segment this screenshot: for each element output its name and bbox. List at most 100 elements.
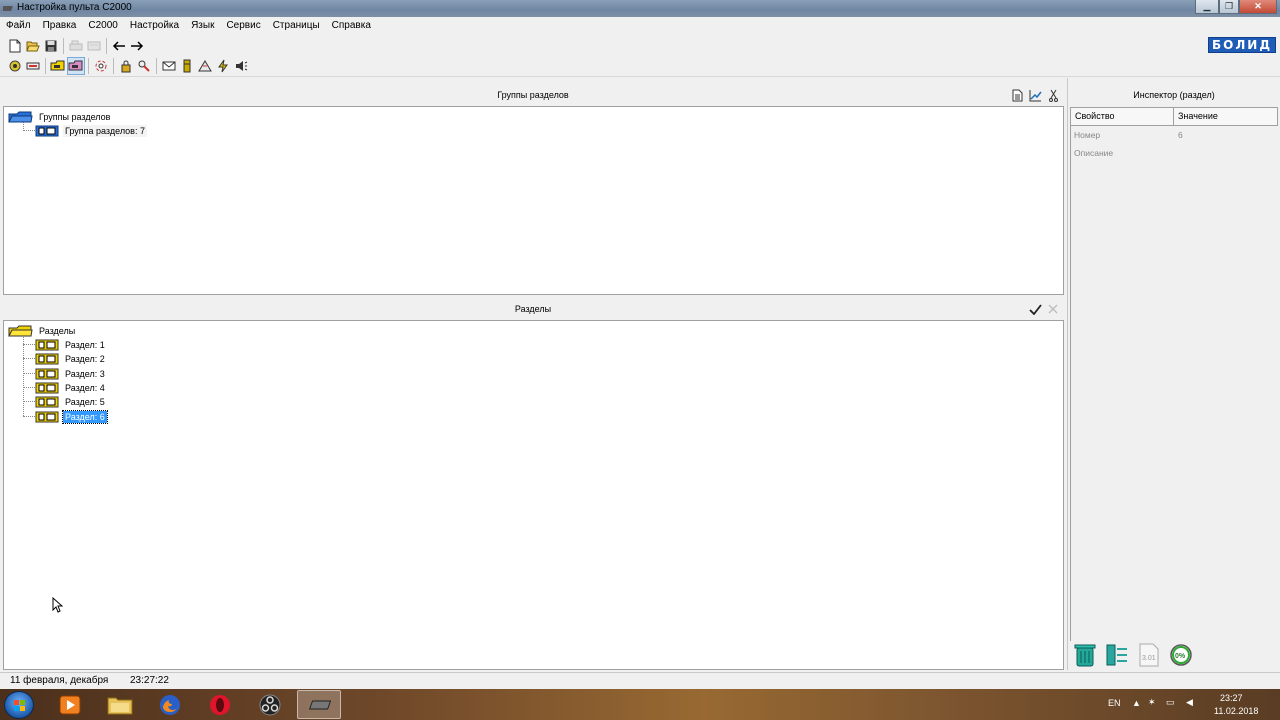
groups-root-node[interactable]: Группы разделов [7,110,112,123]
panel-disabled-icon [87,41,101,51]
section-groups-page-button[interactable] [67,57,85,75]
lightning-page-button[interactable] [214,57,232,75]
menu-file[interactable]: Файл [0,17,37,34]
add-group-button[interactable] [1010,88,1024,102]
groups-panel-title: Группы разделов [497,90,569,100]
new-file-button[interactable] [6,37,24,55]
tray-app-icon[interactable]: ✶ [1148,697,1156,708]
toolbar-separator [156,58,157,74]
start-button[interactable] [4,691,34,719]
volume-icon[interactable]: ◀ [1186,697,1193,708]
tree-connector [23,416,35,417]
relays-page-button[interactable] [92,57,110,75]
splitter[interactable] [1067,78,1068,670]
taskbar-opera[interactable] [198,690,242,719]
network-icon[interactable]: ▭ [1166,697,1175,708]
forward-button[interactable] [128,37,146,55]
value-column-header[interactable]: Значение [1174,107,1278,126]
inspector-title: Инспектор (раздел) [1133,90,1215,100]
lightning-icon [218,59,228,73]
zones-page-button[interactable] [24,57,42,75]
battery-page-button[interactable] [178,57,196,75]
menu-edit[interactable]: Правка [37,17,83,34]
taskbar-explorer[interactable] [98,690,142,719]
sections-panel-title: Разделы [514,304,552,314]
taskbar-c2000-config[interactable] [297,690,341,719]
toolbar-separator [106,38,107,54]
menu-bar: Файл Правка С2000 Настройка Язык Сервис … [0,17,1280,34]
devices-page-button[interactable] [6,57,24,75]
taskbar-obs[interactable] [248,690,292,719]
section-node[interactable]: Раздел: 5 [35,395,107,408]
refresh-cycle-icon [95,60,107,72]
delete-group-button[interactable] [1046,88,1060,102]
language-indicator[interactable]: EN [1108,698,1121,708]
version-document-icon: 3.01 [1139,643,1159,667]
menu-service[interactable]: Сервис [220,17,266,34]
version-button[interactable]: 3.01 [1136,642,1162,668]
device-list-icon [1106,644,1127,666]
version-label: 3.01 [1142,655,1156,662]
clock-time[interactable]: 23:27 [1220,693,1243,703]
open-file-button[interactable] [24,37,42,55]
close-button[interactable]: ✕ [1239,0,1277,14]
section-node-selected[interactable]: Раздел: 6 [35,409,108,424]
access-page-button[interactable] [117,57,135,75]
tray-expand-icon[interactable]: ▲ [1132,698,1141,708]
menu-c2000[interactable]: С2000 [82,17,123,34]
section-label: Раздел: 6 [62,409,108,424]
maximize-button[interactable]: ❐ [1219,0,1239,14]
progress-button[interactable]: 0% [1168,642,1194,668]
users-page-button[interactable] [135,57,153,75]
messages-page-button[interactable] [160,57,178,75]
section-icon [35,382,59,393]
taskbar-firefox[interactable] [148,690,192,719]
menu-language[interactable]: Язык [185,17,220,34]
speaker-page-button[interactable] [232,57,250,75]
section-node[interactable]: Раздел: 3 [35,367,107,380]
section-node[interactable]: Раздел: 1 [35,338,107,351]
groups-panel-actions [1010,88,1060,102]
folder-pink-icon [68,60,83,71]
mouse-cursor-icon [52,597,63,613]
menu-pages[interactable]: Страницы [267,17,326,34]
apply-sections-button[interactable] [1028,302,1042,316]
inspector-row[interactable]: Номер 6 [1070,126,1278,144]
new-file-icon [9,39,21,53]
menu-settings[interactable]: Настройка [124,17,185,34]
sections-root-label: Разделы [39,325,76,336]
section-node[interactable]: Раздел: 4 [35,381,107,394]
sections-page-button[interactable] [49,57,67,75]
disabled-tool-2-button[interactable] [85,37,103,55]
taskbar-media-player[interactable] [48,690,92,719]
section-label: Раздел: 4 [65,382,105,393]
arrow-left-icon [112,41,125,51]
cancel-sections-button[interactable] [1046,302,1060,316]
section-label: Раздел: 2 [65,353,105,364]
property-value[interactable]: 6 [1174,126,1278,144]
sections-tree: Разделы Раздел: 1 Раздел: 2 Раздел: 3 Ра… [3,320,1064,670]
lock-icon [121,60,131,73]
inspector-row[interactable]: Описание [1070,144,1278,162]
sections-root-node[interactable]: Разделы [7,324,77,337]
new-document-icon [1012,89,1022,101]
tree-connector [23,358,35,359]
close-icon: ✕ [1254,1,1262,11]
pages-toolbar [0,56,1280,77]
minimize-button[interactable]: ▁ [1195,0,1219,14]
trash-button[interactable] [1072,642,1098,668]
minimize-icon: ▁ [1203,1,1211,11]
back-button[interactable] [110,37,128,55]
group-node[interactable]: Группа разделов: 7 [35,124,147,137]
clock-date[interactable]: 11.02.2018 [1214,706,1258,716]
disabled-tool-1-button[interactable] [67,37,85,55]
property-column-header[interactable]: Свойство [1070,107,1174,126]
edit-group-button[interactable] [1028,88,1042,102]
menu-help[interactable]: Справка [326,17,377,34]
device-list-button[interactable] [1104,642,1130,668]
triangle-page-button[interactable] [196,57,214,75]
toolbar-separator [88,58,89,74]
property-value[interactable] [1174,144,1278,162]
section-node[interactable]: Раздел: 2 [35,352,107,365]
save-button[interactable] [42,37,60,55]
